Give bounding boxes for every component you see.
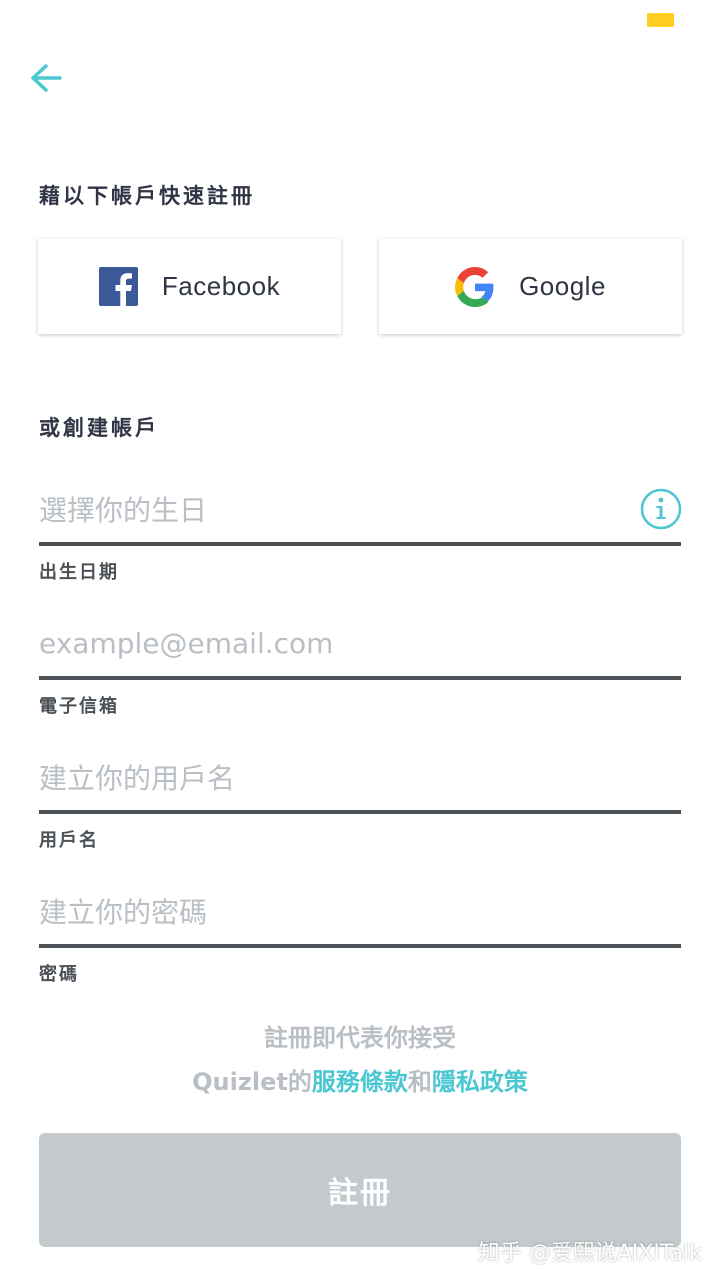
privacy-policy-link[interactable]: 隱私政策 (432, 1068, 528, 1096)
birthday-input[interactable]: 選擇你的生日 (39, 476, 682, 546)
terms-line-1: 註冊即代表你接受 (264, 1024, 456, 1052)
google-icon (455, 266, 494, 307)
status-badge (647, 13, 674, 27)
info-icon[interactable] (640, 488, 682, 530)
terms-line-2: Quizlet的服務條款和隱私政策 (0, 1062, 720, 1097)
facebook-label: Facebook (161, 271, 281, 301)
arrow-left-icon (31, 64, 62, 92)
terms-prefix: Quizlet的 (192, 1068, 312, 1096)
password-field: 建立你的密碼 密碼 (39, 878, 681, 986)
email-field: example@email.com 電子信箱 (39, 610, 681, 718)
google-signup-button[interactable]: Google (379, 239, 682, 334)
signup-button[interactable]: 註冊 (39, 1133, 681, 1247)
birthday-caption: 出生日期 (39, 562, 119, 583)
username-caption: 用戶名 (39, 830, 99, 851)
birthday-placeholder: 選擇你的生日 (39, 494, 208, 527)
email-caption: 電子信箱 (39, 696, 119, 717)
email-placeholder: example@email.com (39, 626, 334, 660)
terms-conjunction: 和 (407, 1068, 432, 1096)
password-input[interactable]: 建立你的密碼 (39, 878, 681, 948)
watermark: 知乎 @爱熙说AIXITalk (477, 1241, 702, 1266)
birthday-field: 選擇你的生日 出生日期 (39, 476, 682, 584)
facebook-icon (98, 267, 138, 306)
facebook-signup-button[interactable]: Facebook (38, 239, 341, 334)
email-input[interactable]: example@email.com (39, 610, 681, 680)
password-placeholder: 建立你的密碼 (39, 896, 208, 929)
create-account-title: 或創建帳戶 (39, 416, 159, 440)
username-field: 建立你的用戶名 用戶名 (39, 744, 681, 852)
back-button[interactable] (24, 56, 68, 100)
terms-of-service-link[interactable]: 服務條款 (312, 1068, 408, 1096)
google-label: Google (519, 271, 606, 301)
password-caption: 密碼 (39, 964, 79, 985)
username-input[interactable]: 建立你的用戶名 (39, 744, 681, 814)
quick-signup-title: 藉以下帳戶快速註冊 (39, 184, 255, 208)
username-placeholder: 建立你的用戶名 (39, 762, 236, 795)
